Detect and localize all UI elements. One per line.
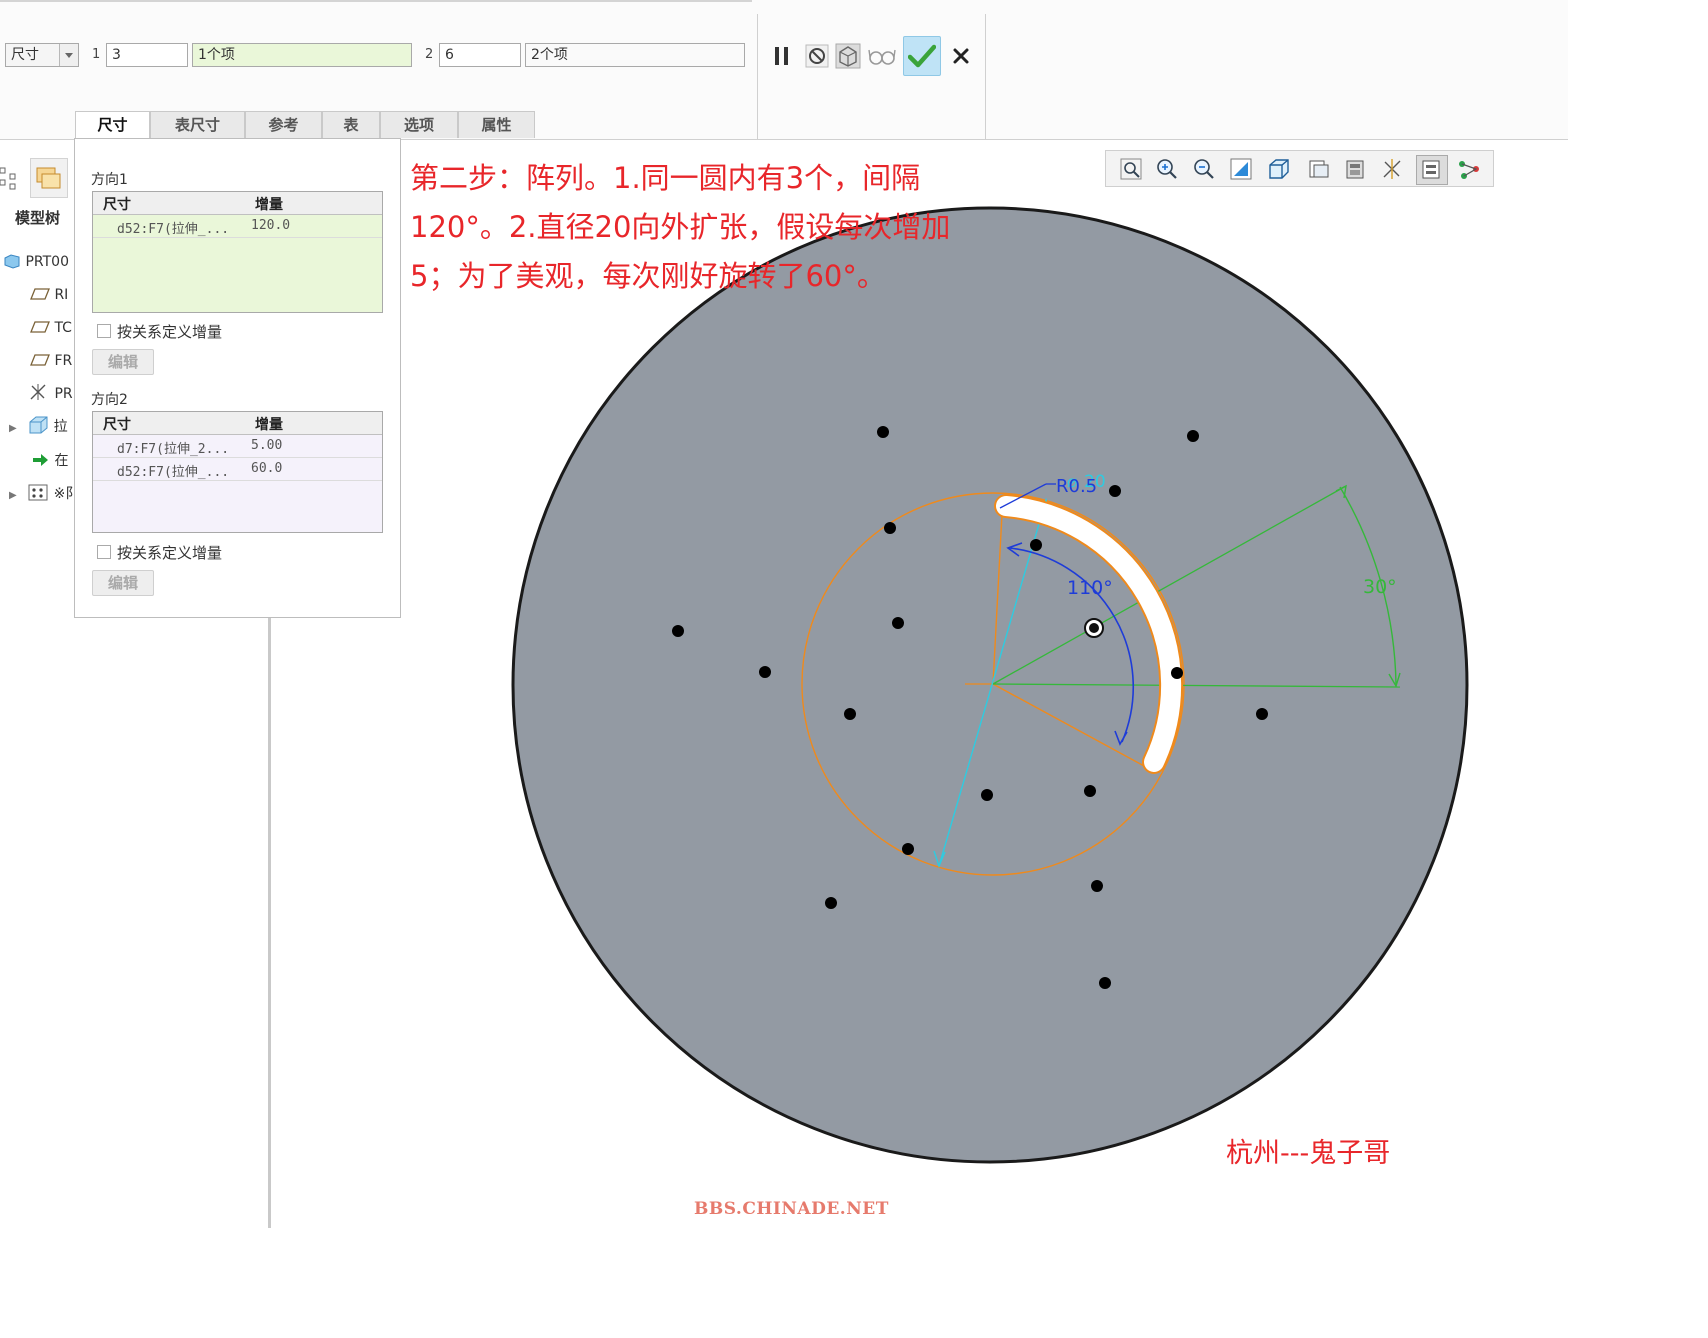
- tutorial-note-line: 120°。2.直径20向外扩张，假设每次增加: [410, 210, 951, 244]
- axis-point-center: [1089, 623, 1099, 633]
- disk-body[interactable]: [511, 206, 1469, 1164]
- zoom-in-icon: [1157, 159, 1177, 179]
- pattern-member-dot[interactable]: [902, 843, 914, 855]
- graphics-toolbar: [1105, 150, 1494, 187]
- saved-views-icon: [1309, 160, 1329, 178]
- repaint-icon: [1230, 158, 1252, 180]
- refit-icon: [1120, 158, 1142, 180]
- angle-30-label[interactable]: 30°: [1363, 576, 1397, 598]
- radius-label[interactable]: R0.5: [1056, 476, 1097, 497]
- tutorial-note-line: 5；为了美观，每次刚好旋转了60°。: [410, 259, 886, 293]
- pattern-member-dot[interactable]: [981, 789, 993, 801]
- pattern-member-dot[interactable]: [825, 897, 837, 909]
- zoom-out-button[interactable]: [1189, 155, 1219, 183]
- saved-views-button[interactable]: [1303, 155, 1333, 183]
- annotation-icon: [1459, 161, 1479, 179]
- refit-button[interactable]: [1116, 155, 1146, 183]
- pattern-member-dot[interactable]: [1030, 539, 1042, 551]
- angle-110-label[interactable]: 110°: [1067, 577, 1113, 599]
- pattern-member-dot[interactable]: [1187, 430, 1199, 442]
- view-manager-icon: [1346, 160, 1364, 179]
- shading-button[interactable]: [1264, 155, 1294, 183]
- pattern-member-dot[interactable]: [759, 666, 771, 678]
- datum-display-icon: [1383, 159, 1401, 179]
- pattern-member-dot[interactable]: [1109, 485, 1121, 497]
- zoom-out-icon: [1194, 159, 1214, 179]
- view-manager-button[interactable]: [1341, 155, 1371, 183]
- annotation-display-button[interactable]: [1454, 155, 1484, 183]
- shading-icon: [1269, 159, 1289, 179]
- pattern-member-dot[interactable]: [1171, 667, 1183, 679]
- tutorial-note: 第二步：阵列。1.同一圆内有3个，间隔 120°。2.直径20向外扩张，假设每次…: [410, 154, 970, 301]
- author-signature: 杭州---鬼子哥: [1226, 1138, 1391, 1169]
- pattern-member-dot[interactable]: [672, 625, 684, 637]
- pattern-member-dot[interactable]: [884, 522, 896, 534]
- pattern-member-dot[interactable]: [892, 617, 904, 629]
- pattern-member-dot[interactable]: [1084, 785, 1096, 797]
- spin-center-icon: [1422, 160, 1440, 179]
- datum-display-button[interactable]: [1378, 155, 1408, 183]
- pattern-member-dot[interactable]: [1256, 708, 1268, 720]
- pattern-member-dot[interactable]: [1091, 880, 1103, 892]
- site-watermark: BBS.CHINADE.NET: [694, 1199, 889, 1219]
- tutorial-note-line: 第二步：阵列。1.同一圆内有3个，间隔: [410, 161, 921, 195]
- spin-center-button[interactable]: [1416, 155, 1448, 185]
- pattern-member-dot[interactable]: [877, 426, 889, 438]
- pattern-member-dot[interactable]: [1099, 977, 1111, 989]
- repaint-button[interactable]: [1226, 155, 1256, 183]
- pattern-member-dot[interactable]: [844, 708, 856, 720]
- zoom-in-button[interactable]: [1152, 155, 1182, 183]
